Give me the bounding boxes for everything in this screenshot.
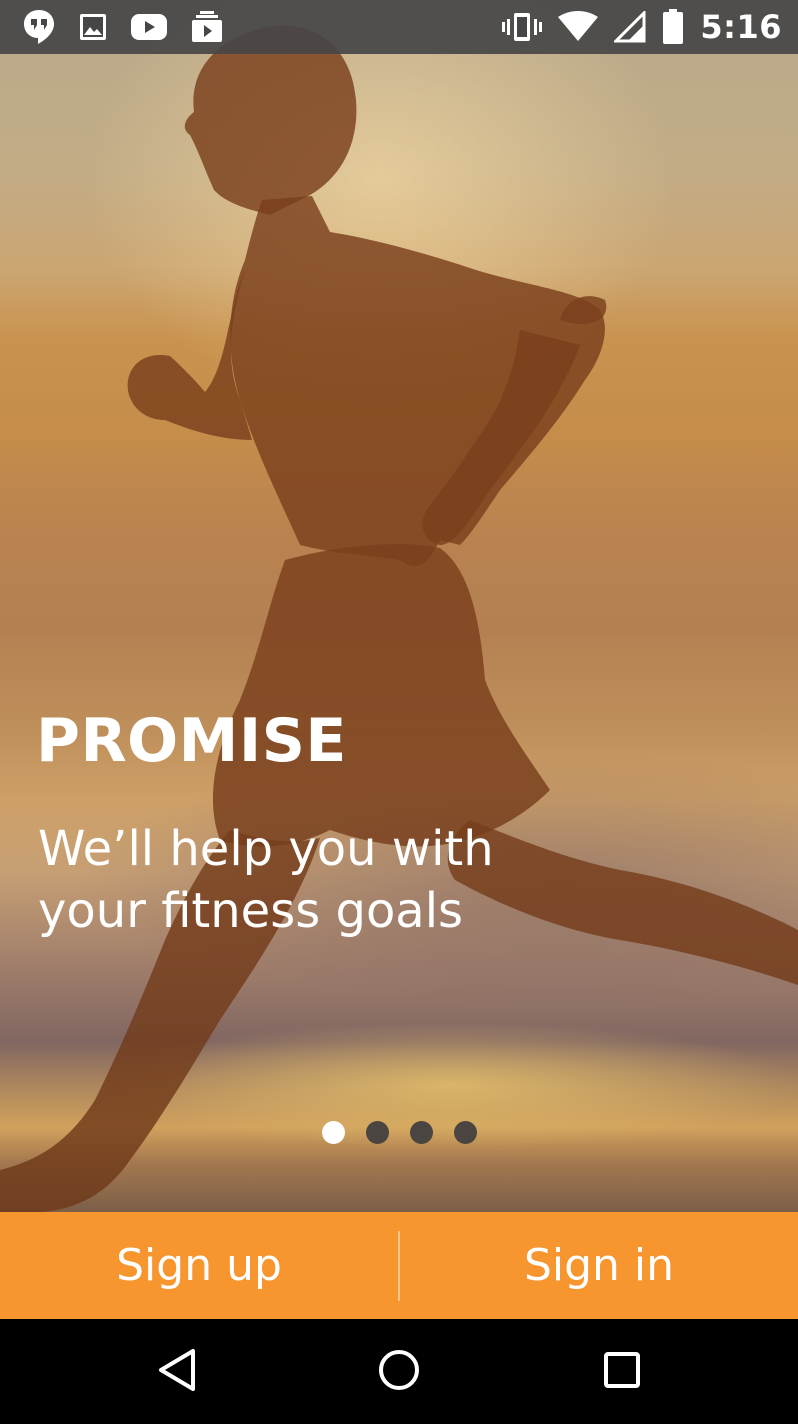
recents-button[interactable] <box>562 1319 682 1424</box>
home-button[interactable] <box>339 1319 459 1424</box>
navigation-bar <box>0 1319 798 1424</box>
page-indicator <box>0 1121 798 1145</box>
page-dot-3[interactable] <box>409 1121 433 1144</box>
status-bar: 5:16 <box>0 0 798 54</box>
notification-icons <box>22 8 224 46</box>
onboarding-headline: PROMISE <box>36 706 347 776</box>
page-dot-2[interactable] <box>365 1121 389 1144</box>
hangouts-icon <box>22 8 56 46</box>
back-icon <box>157 1348 197 1396</box>
wifi-icon <box>558 11 599 43</box>
signal-icon <box>614 11 646 43</box>
back-button[interactable] <box>117 1319 237 1424</box>
page-dot-1[interactable] <box>321 1121 345 1144</box>
youtube-icon <box>130 13 168 41</box>
home-icon <box>378 1349 420 1395</box>
battery-icon <box>662 9 684 45</box>
recents-icon <box>603 1351 641 1393</box>
sign-in-button[interactable]: Sign in <box>400 1212 798 1319</box>
onboarding-subtitle: We’ll help you with your fitness goals <box>38 821 494 939</box>
sign-up-button[interactable]: Sign up <box>0 1212 398 1319</box>
system-status-icons: 5:16 <box>502 8 782 46</box>
vibrate-icon <box>502 11 543 43</box>
hero-background <box>0 0 798 1212</box>
hero-shade-overlay <box>0 0 798 1212</box>
video-library-icon <box>190 10 224 44</box>
page-dot-4[interactable] <box>453 1121 477 1144</box>
auth-action-bar: Sign up Sign in <box>0 1212 798 1319</box>
image-icon <box>78 12 108 42</box>
clock: 5:16 <box>700 8 782 46</box>
